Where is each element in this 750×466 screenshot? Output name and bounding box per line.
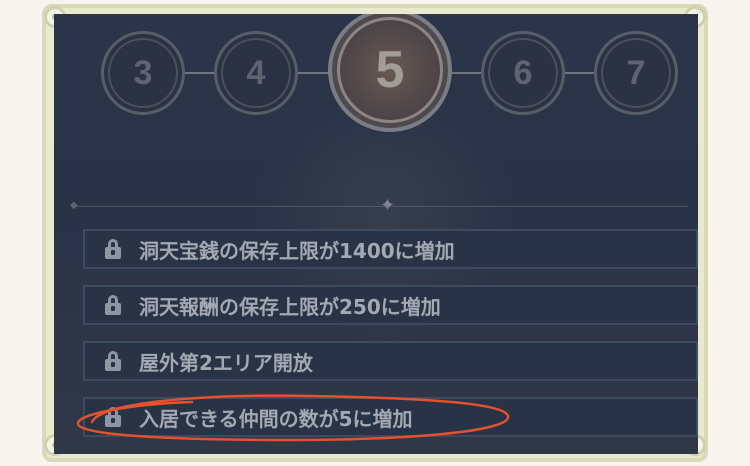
reward-text: 入居できる仲間の数が5に増加 xyxy=(139,406,413,431)
lock-icon xyxy=(105,239,121,259)
reward-item[interactable]: 入居できる仲間の数が5に増加 xyxy=(83,397,698,437)
level-node-3[interactable]: 3 xyxy=(101,31,185,115)
reward-list: 洞天宝銭の保存上限が1400に増加 洞天報酬の保存上限が250に増加 屋外第2エ… xyxy=(83,229,698,453)
reward-text: 洞天報酬の保存上限が250に増加 xyxy=(139,294,441,319)
level-node-5-current[interactable]: 5 xyxy=(328,14,452,132)
level-selector: 3 4 5 6 7 xyxy=(54,14,698,144)
level-number: 6 xyxy=(513,53,533,92)
level-number: 5 xyxy=(375,41,405,99)
level-node-6[interactable]: 6 xyxy=(481,31,565,115)
reward-item[interactable]: 洞天宝銭の保存上限が1400に増加 xyxy=(83,229,698,269)
level-node-7[interactable]: 7 xyxy=(594,31,678,115)
reward-text: 屋外第2エリア開放 xyxy=(139,350,313,375)
reward-item[interactable]: 屋外第2エリア開放 xyxy=(83,341,698,381)
trust-rank-panel: 3 4 5 6 7 ◆ ✦ 洞天宝銭の保存上限が1400に増加 洞天報酬の保存上… xyxy=(54,14,698,454)
divider-end-ornament: ◆ xyxy=(70,200,78,211)
reward-item[interactable]: 洞天報酬の保存上限が250に増加 xyxy=(83,285,698,325)
level-number: 7 xyxy=(626,53,646,92)
lock-icon xyxy=(105,351,121,371)
divider-star-ornament: ✦ xyxy=(380,195,396,216)
level-number: 4 xyxy=(246,53,266,92)
level-number: 3 xyxy=(133,53,153,92)
lock-icon xyxy=(105,407,121,427)
level-node-4[interactable]: 4 xyxy=(214,31,298,115)
lock-icon xyxy=(105,295,121,315)
reward-text: 洞天宝銭の保存上限が1400に増加 xyxy=(139,238,455,263)
